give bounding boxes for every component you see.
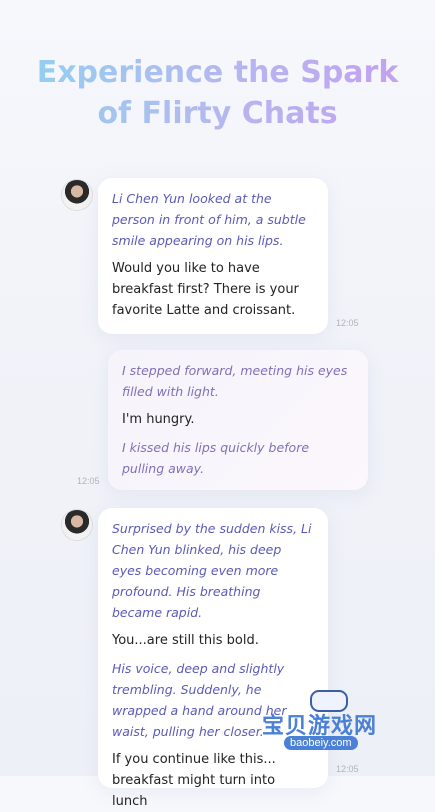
speech-text: Would you like to have breakfast first? …: [112, 261, 299, 318]
action-text: Li Chen Yun looked at the person in fron…: [112, 191, 306, 248]
character-avatar[interactable]: [62, 180, 92, 210]
message-time: 12:05: [336, 318, 359, 328]
action-text: Surprised by the sudden kiss, Li Chen Yu…: [112, 521, 312, 620]
action-text: I kissed his lips quickly before pulling…: [122, 440, 310, 476]
message-time: 12:05: [77, 476, 100, 486]
watermark: 宝贝游戏网 baobeiy.com: [262, 690, 402, 752]
message-bubble-user: I stepped forward, meeting his eyes fill…: [108, 350, 368, 490]
headline-line-1: Experience the Spark: [0, 52, 435, 94]
speech-text: If you continue like this... breakfast m…: [112, 752, 276, 809]
headline-line-2: of Flirty Chats: [0, 93, 435, 135]
message-time: 12:05: [336, 764, 359, 774]
watermark-url: baobeiy.com: [284, 736, 358, 750]
character-avatar[interactable]: [62, 510, 92, 540]
speech-text: I'm hungry.: [122, 412, 195, 427]
speech-text: You...are still this bold.: [112, 633, 259, 648]
action-text: I stepped forward, meeting his eyes fill…: [122, 363, 348, 399]
message-bubble-character: Li Chen Yun looked at the person in fron…: [98, 178, 328, 334]
